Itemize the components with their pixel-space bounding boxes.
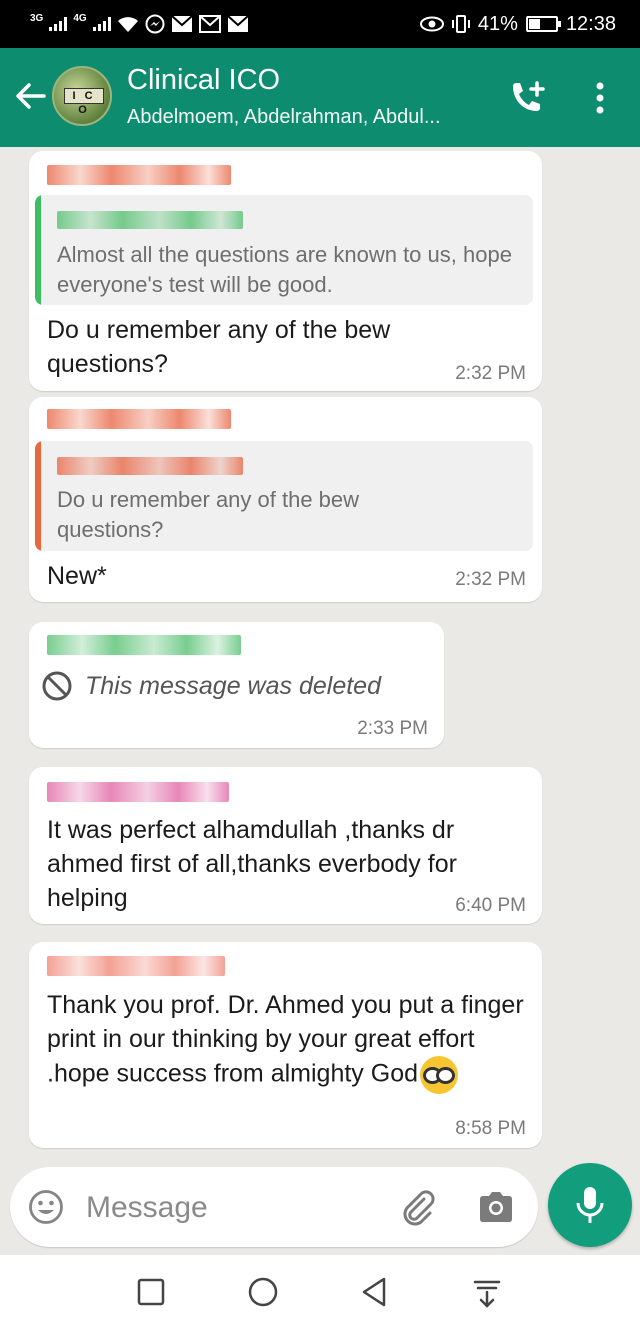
status-right-icons: 41% 12:38 xyxy=(419,12,616,36)
group-avatar[interactable]: I C O xyxy=(52,66,112,126)
nerd-face-emoji-icon xyxy=(420,1056,458,1094)
chat-header: I C O Clinical ICO Abdelmoem, Abdelrahma… xyxy=(0,48,640,147)
message-time: 6:40 PM xyxy=(455,895,526,916)
message-text: Do u remember any of the bew questions? xyxy=(47,316,391,378)
attach-icon[interactable] xyxy=(398,1187,438,1227)
quoted-text: Almost all the questions are known to us… xyxy=(57,242,512,297)
message-time: 8:58 PM xyxy=(455,1118,526,1139)
avatar-label: I C O xyxy=(64,88,104,116)
message-bubble[interactable]: It was perfect alhamdullah ,thanks dr ah… xyxy=(29,767,542,924)
vibrate-icon xyxy=(451,15,470,33)
message-text: Thank you prof. Dr. Ahmed you put a fing… xyxy=(47,988,525,1094)
message-bubble[interactable]: Thank you prof. Dr. Ahmed you put a fing… xyxy=(29,942,542,1148)
quoted-sender-blurred xyxy=(57,457,243,475)
quoted-text: Do u remember any of the bew questions? xyxy=(57,487,360,542)
status-bar: 3G 4G 41% 12:38 xyxy=(0,0,640,48)
voice-record-button[interactable] xyxy=(548,1163,632,1247)
recent-apps-icon[interactable] xyxy=(134,1275,168,1309)
emoji-icon[interactable] xyxy=(28,1189,64,1225)
quoted-sender-blurred xyxy=(57,211,243,229)
add-call-icon[interactable] xyxy=(507,80,547,116)
system-nav-bar xyxy=(0,1255,640,1327)
message-bubble[interactable]: Almost all the questions are known to us… xyxy=(29,151,542,391)
message-bubble[interactable]: Do u remember any of the bew questions? … xyxy=(29,397,542,602)
quoted-message[interactable]: Do u remember any of the bew questions? xyxy=(35,441,533,551)
deleted-message: This message was deleted xyxy=(41,670,381,702)
notification-shade-icon[interactable] xyxy=(470,1275,504,1309)
messenger-icon xyxy=(145,14,165,34)
compose-bar: Message xyxy=(0,1163,640,1255)
microphone-icon xyxy=(576,1187,604,1223)
message-placeholder: Message xyxy=(86,1191,208,1224)
message-time: 2:32 PM xyxy=(455,363,526,384)
group-title[interactable]: Clinical ICO xyxy=(127,64,280,97)
mail-2-icon xyxy=(227,15,249,32)
quoted-message[interactable]: Almost all the questions are known to us… xyxy=(35,195,533,305)
sender-name-blurred xyxy=(47,956,225,976)
sender-name-blurred xyxy=(47,409,231,429)
mail-icon xyxy=(171,15,193,32)
more-options-icon[interactable] xyxy=(586,80,614,116)
eye-icon xyxy=(419,16,444,32)
deleted-text: This message was deleted xyxy=(85,671,381,700)
battery-icon xyxy=(525,16,561,32)
battery-percent: 41% xyxy=(477,12,518,35)
message-time: 2:33 PM xyxy=(357,718,428,739)
message-time: 2:32 PM xyxy=(455,569,526,590)
signal-2-icon xyxy=(92,17,111,31)
sender-name-blurred xyxy=(47,635,241,655)
back-icon[interactable] xyxy=(358,1275,392,1309)
message-bubble[interactable]: This message was deleted 2:33 PM xyxy=(29,622,444,748)
message-text: New* xyxy=(47,562,107,590)
group-members[interactable]: Abdelmoem, Abdelrahman, Abdul... xyxy=(127,106,441,129)
status-left-icons: 3G 4G xyxy=(30,12,249,34)
gmail-icon xyxy=(198,15,221,33)
sender-name-blurred xyxy=(47,782,229,802)
clock: 12:38 xyxy=(565,12,616,35)
network-type-2: 4G xyxy=(73,12,87,24)
quote-bar xyxy=(35,441,41,551)
sender-name-blurred xyxy=(47,165,231,185)
network-type-1: 3G xyxy=(30,12,44,24)
blocked-icon xyxy=(42,671,72,701)
wifi-icon xyxy=(117,17,138,32)
message-input[interactable]: Message xyxy=(10,1167,538,1247)
chat-area[interactable]: Almost all the questions are known to us… xyxy=(0,147,640,1163)
quote-bar xyxy=(35,195,41,305)
camera-icon[interactable] xyxy=(476,1189,516,1225)
signal-1-icon xyxy=(49,17,68,31)
home-icon[interactable] xyxy=(246,1275,280,1309)
back-arrow-icon[interactable] xyxy=(12,78,48,114)
